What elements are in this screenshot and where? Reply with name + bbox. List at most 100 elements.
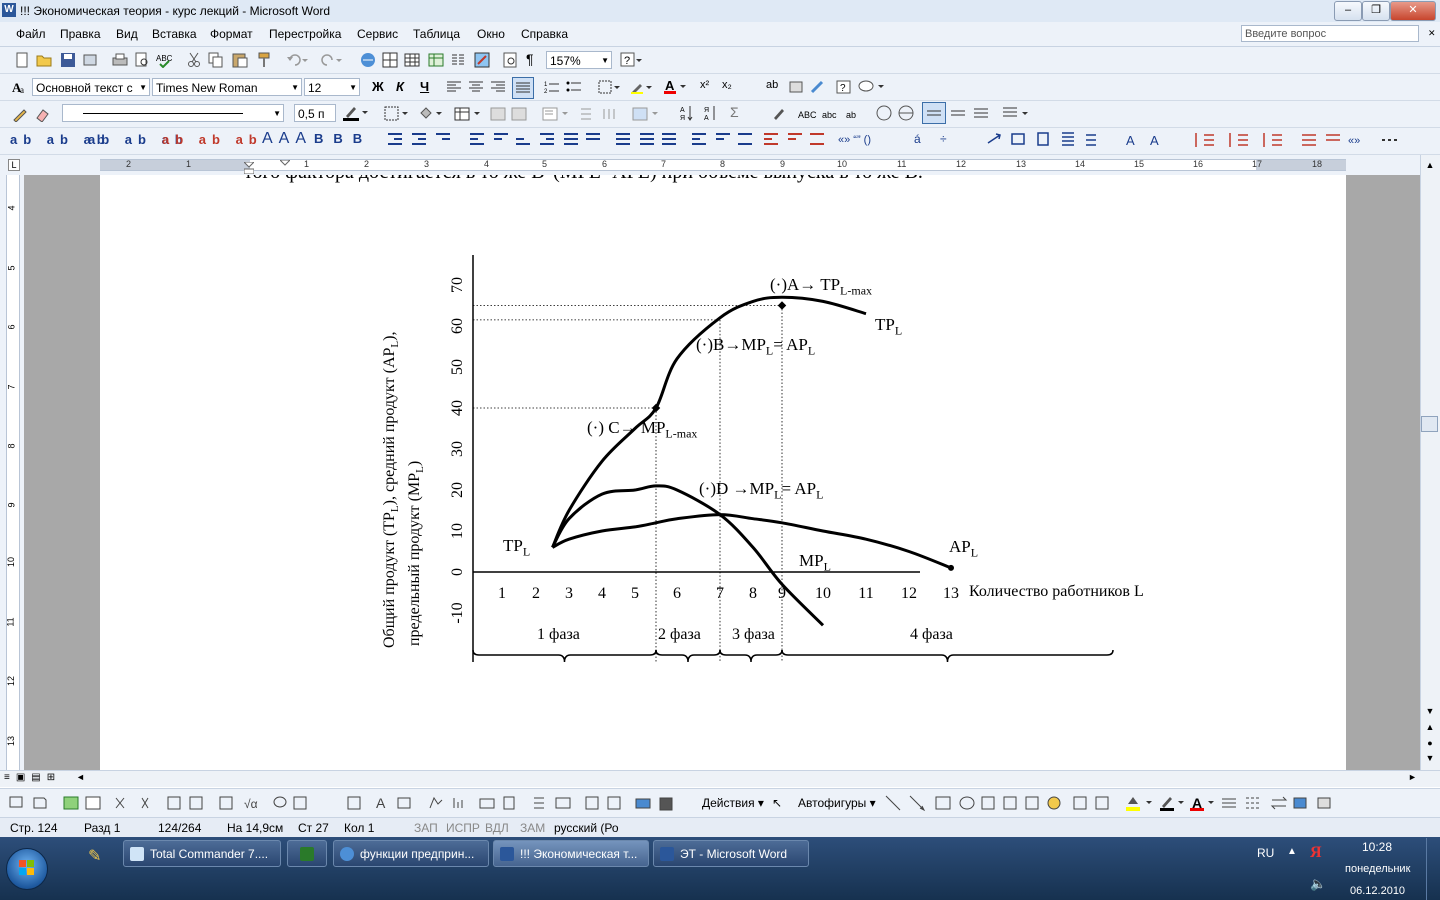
document-map-icon[interactable] bbox=[502, 52, 518, 71]
show-formatting-icon[interactable]: ¶ bbox=[526, 51, 534, 67]
borders-icon[interactable] bbox=[598, 80, 620, 97]
styles-pane-icon[interactable]: Aa bbox=[12, 79, 28, 98]
status-language[interactable]: русский (Ро bbox=[554, 821, 619, 835]
save-icon[interactable] bbox=[60, 52, 76, 71]
select-browse-object-icon[interactable]: ● bbox=[1422, 738, 1438, 752]
language-indicator[interactable]: RU bbox=[1257, 846, 1274, 860]
view-buttons[interactable]: ≡▣▤⊞ bbox=[4, 772, 61, 783]
paste-icon[interactable] bbox=[232, 52, 248, 71]
quick-launch-icon[interactable]: ✎ bbox=[88, 846, 101, 866]
insert-table-2-icon[interactable] bbox=[454, 106, 484, 125]
shading-color-icon[interactable] bbox=[418, 106, 444, 125]
menu-insert[interactable]: Вставка bbox=[152, 27, 197, 41]
menu-table[interactable]: Таблица bbox=[413, 27, 460, 41]
show-desktop-button[interactable] bbox=[1426, 838, 1440, 900]
drawing-tools-icons[interactable]: √α A bbox=[8, 794, 698, 815]
line-style-select[interactable]: ▼ bbox=[62, 104, 284, 122]
line-weight-select[interactable]: 0,5 п bbox=[294, 104, 336, 122]
comment-bubble-icon[interactable] bbox=[858, 80, 884, 97]
task-et-word[interactable]: ЭТ - Microsoft Word bbox=[653, 840, 809, 867]
menu-window[interactable]: Окно bbox=[477, 27, 505, 41]
char-spacing-icon[interactable]: ab bbox=[766, 79, 778, 91]
shape-tools-icons[interactable]: A bbox=[884, 794, 1344, 815]
highlight-icon[interactable] bbox=[630, 80, 652, 97]
justify-button[interactable] bbox=[512, 77, 534, 99]
word-app-icon[interactable]: W bbox=[2, 3, 16, 17]
insert-table-icon[interactable] bbox=[404, 52, 420, 71]
font-size-grow-icon[interactable]: AAA bbox=[262, 130, 312, 148]
actions-menu[interactable]: Действия ▾ bbox=[702, 796, 764, 810]
single-line-spacing-button[interactable] bbox=[922, 102, 946, 124]
help-bubble-icon[interactable]: ? bbox=[836, 80, 852, 97]
edit-pen-icon[interactable] bbox=[810, 80, 826, 97]
underline-icon[interactable]: Ч bbox=[420, 79, 429, 94]
open-folder-icon[interactable] bbox=[36, 52, 52, 71]
close-button[interactable]: ✕ bbox=[1390, 1, 1436, 21]
print-preview-icon[interactable] bbox=[134, 52, 150, 71]
horizontal-scrollbar[interactable] bbox=[0, 770, 1440, 787]
task-total-commander[interactable]: Total Commander 7.... bbox=[123, 840, 281, 867]
scroll-left-icon[interactable]: ◄ bbox=[76, 772, 85, 782]
subscript-icon[interactable]: x₂ bbox=[722, 79, 732, 91]
start-button[interactable] bbox=[6, 848, 48, 890]
new-document-icon[interactable] bbox=[14, 52, 30, 71]
align-right-icon[interactable] bbox=[490, 80, 506, 97]
show-hide-gridlines-icon[interactable] bbox=[876, 104, 922, 125]
format-painter-icon[interactable] bbox=[256, 52, 272, 71]
clock-time[interactable]: 10:28 bbox=[1362, 840, 1392, 854]
close-doc-icon[interactable]: ✕ bbox=[1428, 28, 1436, 39]
menu-format[interactable]: Формат bbox=[210, 27, 253, 41]
font-size-select[interactable]: 12 ▼ bbox=[304, 78, 360, 96]
font-color-icon[interactable]: A bbox=[664, 78, 686, 97]
print-icon[interactable] bbox=[112, 52, 128, 71]
bullets-icon[interactable] bbox=[566, 80, 582, 97]
tables-borders-icon[interactable] bbox=[382, 52, 398, 71]
previous-page-icon[interactable]: ▲ bbox=[1422, 722, 1438, 736]
status-record[interactable]: ЗАП bbox=[414, 821, 438, 835]
menu-restructure[interactable]: Перестройка bbox=[269, 27, 341, 41]
autoshapes-menu[interactable]: Автофигуры ▾ bbox=[798, 796, 876, 810]
hyperlink-icon[interactable] bbox=[360, 52, 376, 71]
yandex-icon[interactable]: Я bbox=[1310, 844, 1322, 862]
double-line-spacing-icon[interactable] bbox=[950, 106, 990, 123]
menu-tools[interactable]: Сервис bbox=[357, 27, 398, 41]
menu-file[interactable]: Файл bbox=[16, 27, 46, 41]
text-effects-group-3[interactable]: ab ab ab bbox=[162, 132, 263, 147]
first-line-indent-marker[interactable] bbox=[278, 155, 292, 169]
autosum-icon[interactable]: Σ bbox=[730, 104, 739, 120]
permission-icon[interactable] bbox=[82, 52, 98, 71]
menu-help[interactable]: Справка bbox=[521, 27, 568, 41]
vertical-scrollbar[interactable] bbox=[1420, 155, 1440, 770]
autoformat-table-icon[interactable] bbox=[632, 106, 662, 125]
tab-selector[interactable]: L bbox=[8, 159, 20, 171]
bold-icon[interactable]: Ж bbox=[372, 79, 384, 94]
volume-icon[interactable]: 🔈 bbox=[1310, 876, 1326, 892]
status-track-changes[interactable]: ИСПР bbox=[446, 821, 480, 835]
task-functions-doc[interactable]: функции предприн... bbox=[333, 840, 489, 867]
italic-icon[interactable]: К bbox=[396, 79, 404, 94]
distribute-rows-icon[interactable] bbox=[578, 106, 622, 125]
font-select[interactable]: Times New Roman ▼ bbox=[152, 78, 302, 96]
insert-excel-icon[interactable] bbox=[428, 52, 444, 71]
merge-cells-icon[interactable] bbox=[490, 106, 534, 125]
scroll-down-icon[interactable]: ▼ bbox=[1422, 703, 1438, 719]
zoom-select[interactable]: 157% ▼ bbox=[546, 51, 612, 69]
align-cell-icon[interactable] bbox=[542, 106, 572, 125]
maximize-button[interactable]: ❐ bbox=[1362, 1, 1390, 21]
undo-icon[interactable] bbox=[286, 52, 308, 71]
vertical-scroll-thumb[interactable] bbox=[1421, 416, 1438, 432]
bold-variants-icon[interactable]: BBB bbox=[314, 131, 372, 146]
drawing-icon[interactable] bbox=[474, 52, 490, 71]
layout-tools-icons[interactable]: AA «» bbox=[986, 131, 1426, 152]
menu-edit[interactable]: Правка bbox=[60, 27, 101, 41]
tray-expand-icon[interactable]: ▲ bbox=[1287, 846, 1297, 857]
eraser-icon[interactable] bbox=[34, 106, 50, 125]
pencil-icon[interactable] bbox=[12, 106, 28, 125]
scroll-right-icon[interactable]: ► bbox=[1408, 772, 1417, 782]
cut-icon[interactable] bbox=[186, 52, 202, 71]
select-objects-icon[interactable]: ↖ bbox=[772, 796, 782, 810]
align-center-icon[interactable] bbox=[468, 80, 484, 97]
numbering-icon[interactable]: 12 bbox=[544, 80, 560, 97]
status-extend[interactable]: ВДЛ bbox=[485, 821, 509, 835]
copy-icon[interactable] bbox=[208, 52, 224, 71]
